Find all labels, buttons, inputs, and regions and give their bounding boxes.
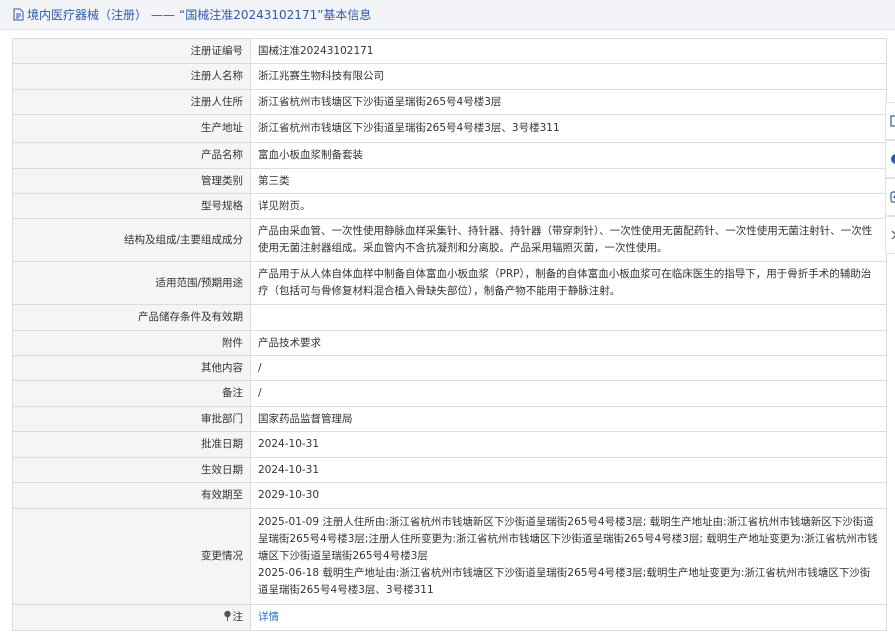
checkbox-icon: [890, 115, 895, 127]
table-row: 管理类别 第三类: [12, 168, 887, 194]
circle-icon: [891, 154, 895, 164]
row-label: 审批部门: [12, 406, 251, 432]
side-tab-circle[interactable]: [885, 140, 895, 178]
table-row: 备注 /: [12, 380, 887, 407]
row-value: 国械注准20243102171: [250, 38, 887, 64]
table-row: 审批部门 国家药品监督管理局: [12, 406, 887, 432]
header-title: “国械注准20243102171”基本信息: [179, 8, 372, 22]
side-toolbar: [885, 102, 895, 254]
details-link[interactable]: 详情: [258, 611, 279, 623]
document-icon: [13, 8, 24, 21]
row-value: /: [250, 380, 887, 407]
row-value: 详情: [250, 604, 887, 631]
row-value: 国家药品监督管理局: [250, 406, 887, 432]
pin-icon: [223, 610, 231, 621]
row-value: 产品技术要求: [250, 330, 887, 356]
row-label: 注册人名称: [12, 63, 251, 90]
row-value: 2024-10-31: [250, 457, 887, 483]
row-value: 第三类: [250, 168, 887, 194]
header-separator: ——: [151, 7, 176, 22]
row-value: [250, 304, 887, 331]
table-row: 结构及组成/主要组成成分 产品由采血管、一次性使用静脉血样采集针、持针器、持针器（…: [12, 218, 887, 262]
side-tab-checkbox[interactable]: [885, 102, 895, 140]
table-row: 注册人名称 浙江兆赛生物科技有限公司: [12, 63, 887, 90]
table-row: 其他内容 /: [12, 355, 887, 381]
row-label: 产品储存条件及有效期: [12, 304, 251, 331]
row-value: 产品由采血管、一次性使用静脉血样采集针、持针器、持针器（带穿刺针）、一次性使用无…: [250, 218, 887, 262]
row-label: 注: [12, 604, 251, 631]
row-label: 生效日期: [12, 457, 251, 483]
row-value: 2029-10-30: [250, 482, 887, 509]
row-label: 结构及组成/主要组成成分: [12, 218, 251, 262]
header-category: 境内医疗器械（注册）: [27, 8, 148, 22]
table-row: 批准日期 2024-10-31: [12, 431, 887, 458]
table-row: 生产地址 浙江省杭州市钱塘区下沙街道呈瑞街265号4号楼3层、3号楼311: [12, 114, 887, 143]
row-value: 产品用于从人体自体血样中制备自体富血小板血浆（PRP），制备的自体富血小板血浆可…: [250, 261, 887, 305]
row-value: 浙江兆赛生物科技有限公司: [250, 63, 887, 90]
table-row: 附件 产品技术要求: [12, 330, 887, 356]
table-row: 适用范围/预期用途 产品用于从人体自体血样中制备自体富血小板血浆（PRP），制备的…: [12, 261, 887, 305]
table-row: 有效期至 2029-10-30: [12, 482, 887, 509]
change-record: 2025-01-09 注册人住所由:浙江省杭州市钱塘新区下沙街道呈瑞街265号4…: [258, 516, 878, 562]
row-label: 注册证编号: [12, 38, 251, 64]
row-label: 注册人住所: [12, 89, 251, 115]
side-tab-expand[interactable]: [885, 216, 895, 254]
row-value: /: [250, 355, 887, 381]
table-row: 产品储存条件及有效期: [12, 304, 887, 331]
row-label: 变更情况: [12, 508, 251, 605]
row-value: 浙江省杭州市钱塘区下沙街道呈瑞街265号4号楼3层: [250, 89, 887, 115]
row-value: 浙江省杭州市钱塘区下沙街道呈瑞街265号4号楼3层、3号楼311: [250, 114, 887, 143]
row-label: 生产地址: [12, 114, 251, 143]
registration-detail-table: 注册证编号 国械注准20243102171 注册人名称 浙江兆赛生物科技有限公司 注…: [12, 38, 887, 631]
row-label: 适用范围/预期用途: [12, 261, 251, 305]
table-row: 产品名称 富血小板血浆制备套装: [12, 142, 887, 169]
table-row: 注册人住所 浙江省杭州市钱塘区下沙街道呈瑞街265号4号楼3层: [12, 89, 887, 115]
row-label: 其他内容: [12, 355, 251, 381]
row-value: 2024-10-31: [250, 431, 887, 458]
row-label: 批准日期: [12, 431, 251, 458]
row-label: 型号规格: [12, 193, 251, 219]
row-value: 富血小板血浆制备套装: [250, 142, 887, 169]
row-label: 备注: [12, 380, 251, 407]
row-value: 详见附页。: [250, 193, 887, 219]
row-label: 产品名称: [12, 142, 251, 169]
note-label: 注: [232, 611, 244, 623]
side-tab-device[interactable]: [885, 178, 895, 216]
change-record: 2025-06-18 载明生产地址由:浙江省杭州市钱塘区下沙街道呈瑞街265号4…: [258, 567, 871, 596]
row-label: 管理类别: [12, 168, 251, 194]
table-row: 注册证编号 国械注准20243102171: [12, 38, 887, 64]
device-icon: [890, 191, 895, 203]
table-row: 注 详情: [12, 604, 887, 631]
table-row: 生效日期 2024-10-31: [12, 457, 887, 483]
table-row: 变更情况 2025-01-09 注册人住所由:浙江省杭州市钱塘新区下沙街道呈瑞街…: [12, 508, 887, 605]
row-label: 有效期至: [12, 482, 251, 509]
page-header: 境内医疗器械（注册） —— “国械注准20243102171”基本信息: [0, 0, 895, 30]
row-label: 附件: [12, 330, 251, 356]
row-value: 2025-01-09 注册人住所由:浙江省杭州市钱塘新区下沙街道呈瑞街265号4…: [250, 508, 887, 605]
table-row: 型号规格 详见附页。: [12, 193, 887, 219]
chevron-right-icon: [891, 230, 895, 240]
